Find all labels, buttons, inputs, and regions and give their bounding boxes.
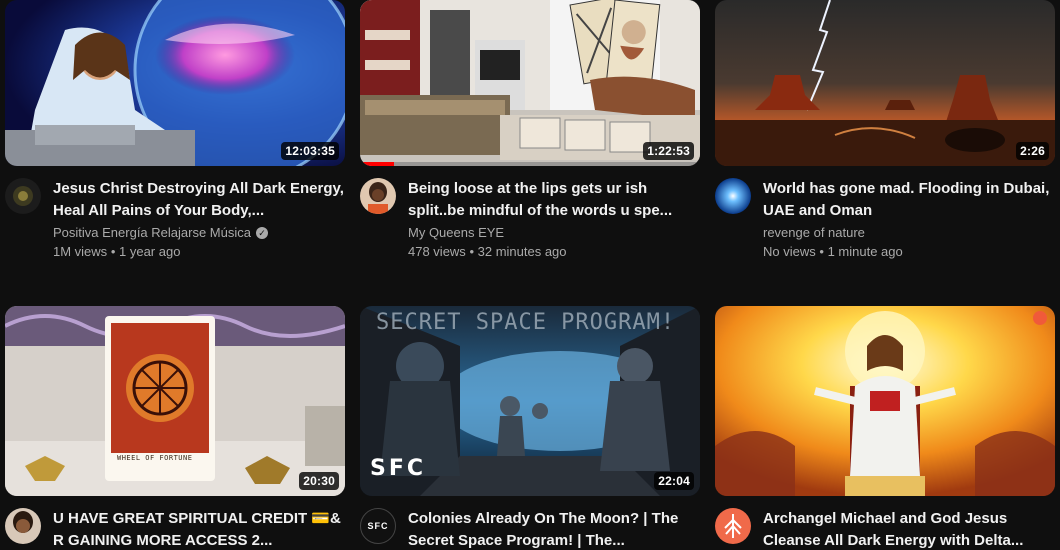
video-title[interactable]: Colonies Already On The Moon? | The Secr… <box>408 508 700 550</box>
video-thumbnail[interactable]: 1:22:53 <box>360 0 700 166</box>
upload-age: 1 minute ago <box>827 244 903 259</box>
stats-separator: • <box>110 244 116 259</box>
video-thumbnail[interactable]: WHEEL OF FORTUNE 20:30 <box>5 306 345 496</box>
video-thumbnail[interactable]: 12:03:35 <box>5 0 345 166</box>
stats-separator: • <box>469 244 474 259</box>
video-duration: 2:26 <box>1016 142 1049 160</box>
channel-avatar[interactable] <box>715 508 751 544</box>
video-title[interactable]: World has gone mad. Flooding in Dubai, U… <box>763 178 1055 222</box>
channel-avatar-image <box>360 178 396 214</box>
channel-avatar[interactable]: SFC <box>360 508 396 544</box>
upload-age: 32 minutes ago <box>477 244 567 259</box>
channel-avatar[interactable] <box>5 178 41 214</box>
channel-name[interactable]: Positiva Energía Relajarse Música <box>53 224 251 242</box>
thumbnail-image <box>5 306 345 496</box>
channel-avatar[interactable] <box>360 178 396 214</box>
video-card[interactable]: 1:22:53 Being loose at the lips gets ur … <box>360 0 700 262</box>
video-thumbnail[interactable]: SECRET SPACE PROGRAM! SFC 22:04 <box>360 306 700 496</box>
channel-name[interactable]: revenge of nature <box>763 224 865 242</box>
view-count: No views <box>763 244 816 259</box>
channel-avatar[interactable] <box>715 178 751 214</box>
channel-avatar-image <box>5 178 41 214</box>
video-title[interactable]: Jesus Christ Destroying All Dark Energy,… <box>53 178 345 222</box>
watch-progress-bar <box>360 162 700 166</box>
watch-progress-fill <box>360 162 394 166</box>
channel-avatar-image <box>5 508 41 544</box>
thumbnail-card-caption: WHEEL OF FORTUNE <box>117 454 193 462</box>
channel-avatar[interactable] <box>5 508 41 544</box>
video-stats: 478 views • 32 minutes ago <box>408 242 700 262</box>
video-duration: 12:03:35 <box>281 142 339 160</box>
stats-separator: • <box>819 244 824 259</box>
video-title[interactable]: Archangel Michael and God Jesus Cleanse … <box>763 508 1055 550</box>
thumbnail-logo: SFC <box>370 456 427 481</box>
video-card[interactable]: SECRET SPACE PROGRAM! SFC 22:04 SFC Colo… <box>360 306 700 550</box>
video-card[interactable]: WHEEL OF FORTUNE 20:30 U HAVE GREAT SPIR… <box>5 306 345 550</box>
video-grid: 12:03:35 Jesus Christ Destroying All Dar… <box>0 0 1060 550</box>
video-card[interactable]: 2:26 World has gone mad. Flooding in Dub… <box>715 0 1055 262</box>
video-title[interactable]: Being loose at the lips gets ur ish spli… <box>408 178 700 222</box>
thumbnail-image <box>715 306 1055 496</box>
channel-avatar-image <box>715 508 751 544</box>
channel-name[interactable]: My Queens EYE <box>408 224 504 242</box>
video-duration: 20:30 <box>299 472 339 490</box>
video-card[interactable]: Archangel Michael and God Jesus Cleanse … <box>715 306 1055 550</box>
thumbnail-overlay-title: SECRET SPACE PROGRAM! <box>376 310 676 335</box>
channel-avatar-logo: SFC <box>367 521 389 531</box>
video-title[interactable]: U HAVE GREAT SPIRITUAL CREDIT 💳& R GAINI… <box>53 508 345 550</box>
video-stats: No views • 1 minute ago <box>763 242 1055 262</box>
verified-badge-icon: ✓ <box>255 227 268 239</box>
video-thumbnail[interactable] <box>715 306 1055 496</box>
video-duration: 1:22:53 <box>643 142 694 160</box>
video-duration: 22:04 <box>654 472 694 490</box>
video-stats: 1M views • 1 year ago <box>53 242 345 262</box>
thumbnail-image <box>715 0 1055 166</box>
video-thumbnail[interactable]: 2:26 <box>715 0 1055 166</box>
view-count: 478 views <box>408 244 466 259</box>
upload-age: 1 year ago <box>119 244 181 259</box>
video-card[interactable]: 12:03:35 Jesus Christ Destroying All Dar… <box>5 0 345 262</box>
view-count: 1M views <box>53 244 108 259</box>
channel-avatar-image <box>715 178 751 214</box>
